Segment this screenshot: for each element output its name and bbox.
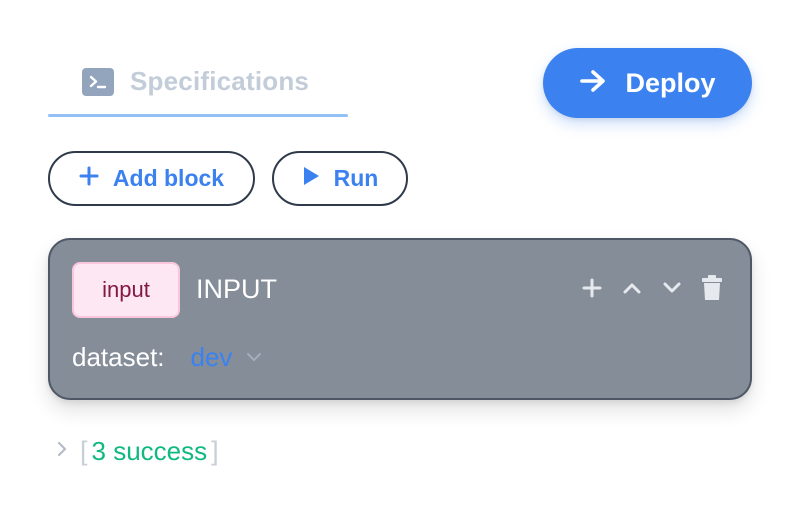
terminal-icon bbox=[82, 67, 114, 96]
block-type-badge: input bbox=[72, 262, 180, 318]
dataset-select[interactable]: dev bbox=[191, 342, 263, 373]
block-actions bbox=[580, 274, 724, 302]
status-close-bracket: ] bbox=[211, 436, 219, 466]
tab-label: Specifications bbox=[130, 66, 310, 96]
chevron-down-icon bbox=[246, 349, 262, 367]
tab-active-underline bbox=[48, 114, 348, 117]
arrow-right-icon bbox=[579, 69, 607, 98]
chevron-down-icon[interactable] bbox=[660, 274, 684, 302]
tab-content: Specifications bbox=[82, 66, 309, 97]
run-button[interactable]: Run bbox=[272, 151, 408, 206]
dataset-param-row: dataset: dev bbox=[72, 342, 262, 373]
chevron-up-icon[interactable] bbox=[620, 274, 644, 302]
plus-icon[interactable] bbox=[580, 274, 604, 302]
run-status[interactable]: [ 3 success ] bbox=[56, 436, 219, 467]
dataset-label: dataset: bbox=[72, 342, 165, 372]
add-block-label: Add block bbox=[112, 165, 225, 191]
status-open-bracket: [ bbox=[80, 436, 88, 466]
status-group: [ 3 success ] bbox=[80, 436, 219, 467]
run-label: Run bbox=[333, 165, 379, 191]
plus-icon bbox=[79, 166, 99, 191]
chevron-right-icon bbox=[56, 440, 68, 463]
deploy-button[interactable]: Deploy bbox=[543, 48, 752, 118]
deploy-label: Deploy bbox=[625, 67, 716, 98]
play-icon bbox=[302, 166, 320, 191]
block-card[interactable]: input INPUT dataset: dev bbox=[48, 238, 752, 400]
block-name[interactable]: INPUT bbox=[196, 274, 277, 305]
add-block-button[interactable]: Add block bbox=[48, 151, 255, 206]
tab-specifications[interactable]: Specifications bbox=[48, 58, 348, 118]
status-success-count: 3 success bbox=[91, 436, 208, 466]
dataset-value: dev bbox=[190, 342, 233, 372]
trash-icon[interactable] bbox=[700, 274, 724, 302]
